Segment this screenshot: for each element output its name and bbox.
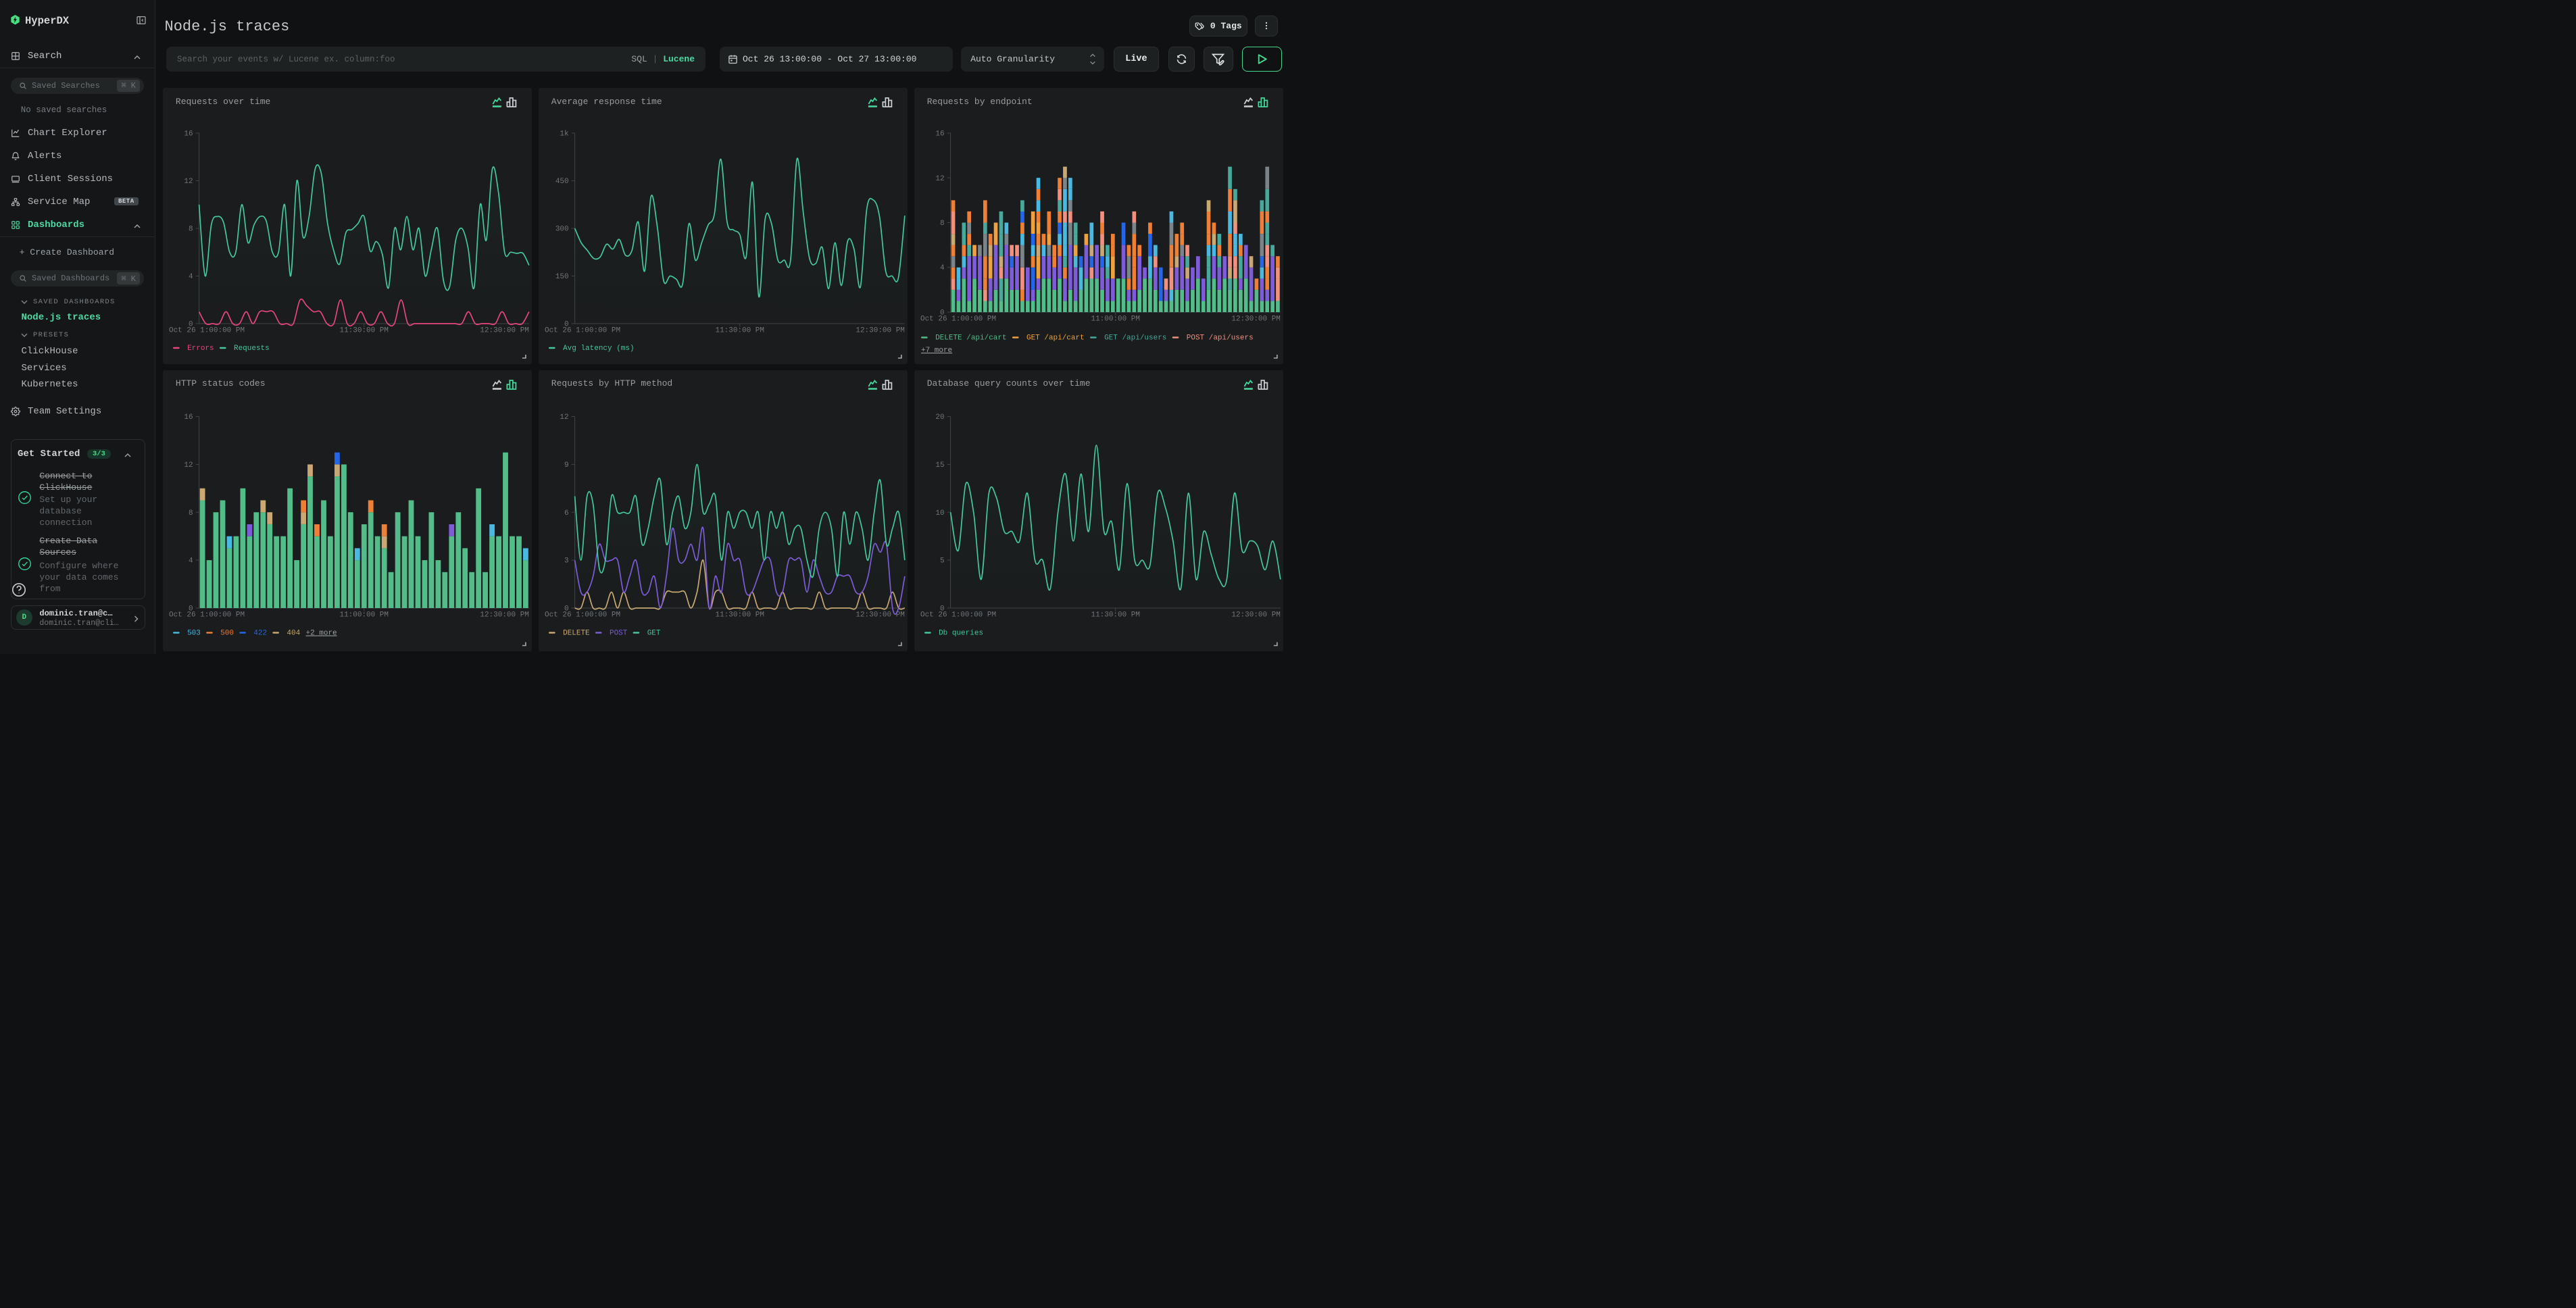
svg-text:8: 8 bbox=[189, 225, 193, 233]
svg-text:500: 500 bbox=[221, 629, 234, 637]
svg-text:12: 12 bbox=[184, 178, 193, 186]
svg-text:11:30:00 PM: 11:30:00 PM bbox=[716, 326, 765, 334]
svg-text:Avg latency (ms): Avg latency (ms) bbox=[563, 345, 634, 353]
svg-text:12:30:00 PM: 12:30:00 PM bbox=[856, 326, 906, 334]
svg-text:422: 422 bbox=[254, 629, 268, 637]
svg-text:12: 12 bbox=[560, 413, 569, 422]
svg-text:12:30:00 PM: 12:30:00 PM bbox=[1232, 315, 1281, 323]
svg-text:GET: GET bbox=[647, 629, 661, 637]
svg-text:300: 300 bbox=[555, 225, 569, 233]
svg-text:GET /api/cart: GET /api/cart bbox=[1026, 334, 1085, 342]
svg-text:Oct 26 1:00:00 PM: Oct 26 1:00:00 PM bbox=[545, 611, 620, 619]
svg-text:+7 more: +7 more bbox=[921, 347, 952, 355]
svg-text:11:00:00 PM: 11:00:00 PM bbox=[340, 611, 389, 619]
svg-text:3: 3 bbox=[564, 557, 569, 565]
svg-text:4: 4 bbox=[189, 557, 193, 565]
svg-text:Db queries: Db queries bbox=[939, 629, 983, 637]
svg-text:10: 10 bbox=[936, 509, 945, 517]
svg-text:16: 16 bbox=[184, 413, 193, 422]
svg-text:5: 5 bbox=[940, 557, 945, 565]
svg-text:Oct 26 1:00:00 PM: Oct 26 1:00:00 PM bbox=[920, 611, 996, 619]
svg-text:1k: 1k bbox=[560, 130, 570, 139]
svg-text:+2 more: +2 more bbox=[306, 629, 337, 637]
svg-text:12:30:00 PM: 12:30:00 PM bbox=[1232, 611, 1281, 619]
svg-text:8: 8 bbox=[940, 220, 945, 228]
svg-text:11:30:00 PM: 11:30:00 PM bbox=[716, 611, 765, 619]
svg-text:16: 16 bbox=[184, 130, 193, 139]
svg-text:12: 12 bbox=[184, 461, 193, 469]
svg-text:503: 503 bbox=[187, 629, 201, 637]
svg-text:6: 6 bbox=[564, 509, 569, 517]
svg-text:150: 150 bbox=[555, 273, 569, 281]
svg-text:Oct 26 1:00:00 PM: Oct 26 1:00:00 PM bbox=[169, 611, 245, 619]
svg-text:12: 12 bbox=[936, 175, 945, 183]
svg-text:404: 404 bbox=[287, 629, 301, 637]
svg-text:450: 450 bbox=[555, 178, 569, 186]
svg-text:Oct 26 1:00:00 PM: Oct 26 1:00:00 PM bbox=[545, 326, 620, 334]
svg-text:16: 16 bbox=[936, 130, 945, 139]
svg-text:Oct 26 1:00:00 PM: Oct 26 1:00:00 PM bbox=[169, 326, 245, 334]
svg-text:12:30:00 PM: 12:30:00 PM bbox=[480, 326, 530, 334]
svg-text:12:30:00 PM: 12:30:00 PM bbox=[480, 611, 530, 619]
svg-text:POST: POST bbox=[610, 629, 628, 637]
svg-text:9: 9 bbox=[564, 461, 569, 469]
svg-text:4: 4 bbox=[189, 273, 193, 281]
svg-text:15: 15 bbox=[936, 461, 945, 469]
svg-text:20: 20 bbox=[936, 413, 945, 422]
svg-text:Errors: Errors bbox=[187, 345, 214, 353]
svg-text:11:00:00 PM: 11:00:00 PM bbox=[1091, 315, 1141, 323]
svg-text:DELETE: DELETE bbox=[563, 629, 590, 637]
svg-text:11:30:00 PM: 11:30:00 PM bbox=[340, 326, 389, 334]
svg-text:Oct 26 1:00:00 PM: Oct 26 1:00:00 PM bbox=[920, 315, 996, 323]
svg-text:4: 4 bbox=[940, 264, 945, 272]
svg-text:8: 8 bbox=[189, 509, 193, 517]
svg-text:Requests: Requests bbox=[234, 345, 270, 353]
svg-text:11:30:00 PM: 11:30:00 PM bbox=[1091, 611, 1141, 619]
svg-text:POST /api/users: POST /api/users bbox=[1187, 334, 1254, 342]
svg-text:DELETE /api/cart: DELETE /api/cart bbox=[935, 334, 1006, 342]
svg-text:GET /api/users: GET /api/users bbox=[1104, 334, 1166, 342]
